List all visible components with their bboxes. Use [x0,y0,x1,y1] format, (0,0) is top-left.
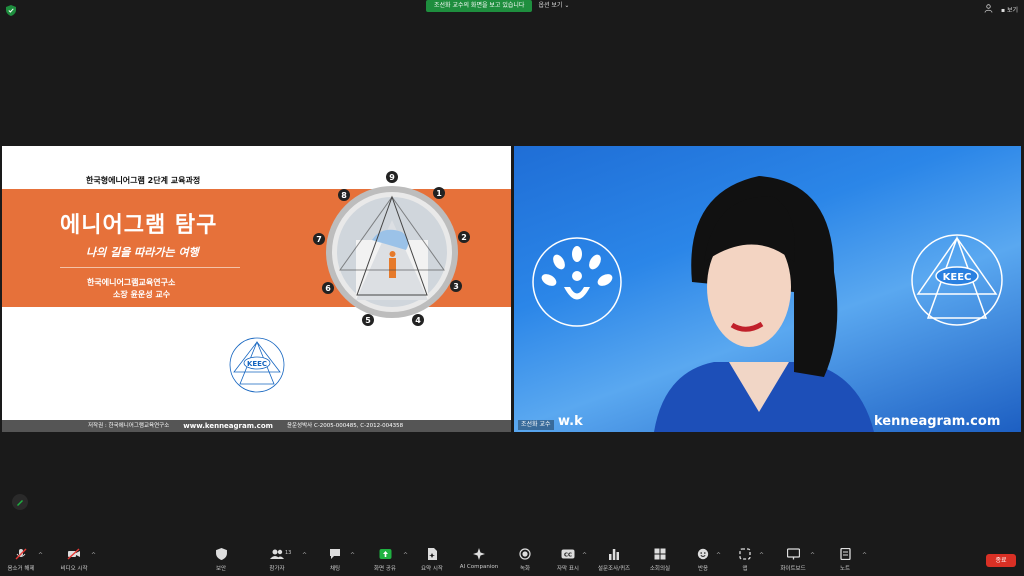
slide-institute: 한국에니어그램교육연구소 [87,278,176,287]
top-bar: 조선화 교수의 화면을 보고 있습니다 옵션 보기 ⌄ ▪ 보기 [0,0,1024,20]
share-banner: 조선화 교수의 화면을 보고 있습니다 옵션 보기 ⌄ [426,0,575,12]
enneagram-number-1: 1 [436,189,442,198]
summary-document-icon [427,548,437,560]
enneagram-graphic: 9 1 2 3 4 5 6 7 8 [313,171,470,326]
participants-count: 13 [285,550,292,556]
security-label: 보안 [215,566,227,572]
institute-logo-left [532,237,622,327]
enneagram-number-5: 5 [365,316,371,325]
sparkle-icon [473,548,485,560]
keec-logo: KEEC [229,337,285,393]
view-toggle-label: 보기 [1006,7,1018,14]
participants-label: 참가자 [269,566,285,572]
breakout-grid-icon [654,548,666,560]
annotate-button[interactable] [12,494,28,510]
poll-chart-icon [609,549,619,560]
slide-footer: 저작권 : 한국에니어그램교육연구소 www.kenneagram.com 윤운… [2,420,511,432]
pencil-icon [17,500,23,506]
smiley-icon [697,548,709,560]
view-options-label: 옵션 보기 [538,2,563,9]
backdrop-url: kenneagram.com [874,414,1001,429]
mute-caret-icon[interactable]: ^ [38,552,43,559]
enneagram-number-3: 3 [453,282,459,291]
figure-person [389,258,396,278]
slide-footer-url: www.kenneagram.com [183,422,273,430]
slide-title: 에니어그램 탐구 [60,213,218,238]
participant-video[interactable]: KEEC w.k kenneagram.com 조선화 교수 [514,146,1021,432]
chat-icon [330,549,340,559]
slide-footer-copyright: 저작권 : 한국에니어그램교육연구소 [88,423,170,429]
keec-logo-right-text: KEEC [943,272,972,283]
enneagram-number-4: 4 [415,316,421,325]
enneagram-number-6: 6 [325,284,331,293]
participants-button[interactable]: 참가자 [247,548,307,572]
notes-caret-icon[interactable]: ^ [862,552,867,559]
meeting-toolbar: 음소거 해제 ^ 비디오 시작 ^ 보안 참가자 13 ^ 채팅 ^ 화면 공유… [0,542,1024,576]
slide-course-title: 한국형에니어그램 2단계 교육과정 [86,176,201,185]
mic-muted-icon [15,548,27,560]
keec-logo-text: KEEC [247,360,267,368]
notes-icon [839,548,851,560]
end-meeting-button[interactable]: 종료 [986,554,1016,567]
cc-icon: CC [561,549,575,559]
share-status-label: 조선화 교수의 화면을 보고 있습니다 [426,0,533,12]
view-options-button[interactable]: 옵션 보기 ⌄ [532,0,575,12]
whiteboard-label: 화이트보드 [780,566,806,572]
slide-footer-registration: 윤운성박사 C-2005-000485, C-2012-004358 [286,423,404,429]
notes-label: 노트 [839,566,851,572]
enneagram-number-8: 8 [341,191,347,200]
security-button[interactable]: 보안 [191,548,251,572]
participant-person [654,176,874,432]
security-shield-icon [215,548,227,560]
svg-text:CC: CC [564,553,572,559]
video-label: 비디오 시작 [60,566,88,572]
top-right-controls: ▪ 보기 [984,4,1018,15]
video-off-icon [67,548,80,560]
focus-icon[interactable] [984,4,993,15]
record-icon [519,548,531,560]
participants-icon [270,549,284,559]
slide-divider [60,267,240,268]
video-caret-icon[interactable]: ^ [91,552,96,559]
enneagram-number-7: 7 [316,235,322,244]
view-grid-icon: ▪ [1000,7,1006,14]
view-toggle-button[interactable]: ▪ 보기 [1001,5,1018,14]
apps-icon [739,548,751,560]
enneagram-number-2: 2 [461,233,467,242]
whiteboard-icon [786,548,800,560]
participant-name-label: 조선화 교수 [518,420,554,430]
chevron-down-icon: ⌄ [564,2,570,9]
slide-subtitle: 나의 길을 따라가는 여행 [86,246,199,259]
share-screen-icon [379,549,391,559]
backdrop-url-partial: w.k [558,414,583,429]
slide-professor: 소장 윤운성 교수 [113,290,171,299]
shield-icon[interactable] [6,5,16,16]
enneagram-number-9: 9 [389,173,395,182]
shared-screen-slide: 한국형에니어그램 2단계 교육과정 에니어그램 탐구 나의 길을 따라가는 여행… [2,146,511,432]
keec-logo-right: KEEC [911,234,1003,326]
